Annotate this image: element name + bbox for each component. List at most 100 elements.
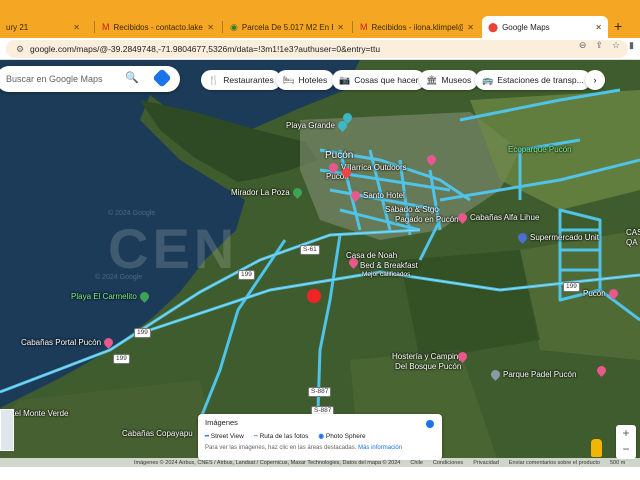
chip-label: Museos [441,75,472,85]
star-icon[interactable]: ☆ [612,40,620,51]
place-cas[interactable]: CAS [626,228,640,237]
legend-photo-sphere[interactable]: ◉ Photo Sphere [318,432,365,440]
place-casa-de-noah-sub: Bed & Breakfast [360,261,418,270]
search-input[interactable] [6,74,126,84]
fork-knife-icon: 🍴 [208,74,220,85]
chip-museums[interactable]: 🏛 Museos [419,70,479,90]
search-icon[interactable]: 🔍 [125,71,139,84]
chip-label: Estaciones de transp... [497,75,584,85]
place-sabado[interactable]: Sábado & Stgo [385,205,439,214]
zoom-icon[interactable]: ⊖ [579,40,587,51]
place-pucon[interactable]: Pucón [325,150,353,161]
tab-label: Google Maps [502,22,550,32]
place-hotel-monte-verde[interactable]: otel Monte Verde [8,409,68,418]
place-casa-de-noah-rating: Mejor calificados [362,271,411,278]
beach-pin-icon [137,290,151,304]
sidebar-icon[interactable]: ▮ [629,40,634,51]
museum-icon: 🏛 [426,74,438,85]
hotel-pin-icon [102,336,115,350]
hotel-pin[interactable] [340,111,355,125]
place-santo-hotel[interactable]: Santo Hotel [348,189,405,203]
close-icon[interactable]: ✕ [467,23,474,32]
tab-4[interactable]: M Recibidos - ilona.klimpel@co ✕ [354,16,480,38]
url-text[interactable]: google.com/maps/@-39.2849748,-71.9804677… [30,44,470,54]
place-parque-padel[interactable]: Parque Padel Pucón [488,368,576,382]
place-ecoparque[interactable]: Ecoparque Pucón [508,145,572,154]
tab-1[interactable]: ury 21 ✕ [0,16,86,38]
legend-photo-path[interactable]: ╌ Ruta de las fotos [254,432,309,440]
warning-pin-icon [340,166,353,180]
chevron-right-icon[interactable]: › [585,70,605,90]
footer-link[interactable]: Condiciones [433,460,463,466]
hotel-pin[interactable] [424,153,439,167]
gmail-icon: M [102,22,110,32]
close-icon[interactable]: ✕ [207,23,214,32]
layers-title: Imágenes [205,418,238,427]
footer-link[interactable]: Privacidad [473,460,499,466]
hotel-pin[interactable] [346,256,361,270]
chip-transit[interactable]: 🚌 Estaciones de transp... [475,70,591,90]
viewpoint-pin-icon [290,186,304,200]
chip-restaurants[interactable]: 🍴 Restaurantes [201,70,281,90]
layers-note: Para ver las imágenes, haz clic en las á… [205,445,403,451]
browser-window: ury 21 ✕ M Recibidos - contacto.lakes@c … [0,0,640,480]
address-bar[interactable]: ⚙ google.com/maps/@-39.2849748,-71.98046… [6,40,628,58]
place-pucon-right[interactable]: Pucón [583,287,621,301]
watermark-text: CEN [108,217,239,280]
tab-2[interactable]: M Recibidos - contacto.lakes@c ✕ [96,16,220,38]
more-info-link[interactable]: Más información [358,445,402,451]
chip-label: Restaurantes [223,75,274,85]
chip-things-to-do[interactable]: 📷 Cosas que hacer [332,70,426,90]
tab-google-maps[interactable]: ⬤ Google Maps ✕ [482,16,608,38]
place-pagado[interactable]: Pagado en Pucón [395,215,459,224]
toggle-indicator-icon[interactable] [426,420,434,428]
zoom-out-icon[interactable]: − [616,441,636,457]
page-favicon: ◉ [230,21,238,32]
zoom-in-icon[interactable]: + [616,425,636,441]
bus-icon: 🚌 [482,74,494,85]
hotel-pin[interactable] [594,364,609,378]
map-footer: Imágenes © 2024 Airbus, CNES / Airbus, L… [0,458,640,467]
layers-thumbnail[interactable] [0,409,14,451]
site-info-icon[interactable]: ⚙ [16,44,30,55]
chip-hotels[interactable]: 🛏 Hoteles [276,70,335,90]
hotel-pin[interactable] [455,350,470,364]
directions-icon[interactable] [152,68,172,88]
bed-icon: 🛏 [283,74,295,85]
scale-label[interactable]: 500 m [610,460,625,466]
close-icon[interactable]: ✕ [337,23,344,32]
place-cabanas-alfa-lihue[interactable]: Cabañas Alfa Lihue [455,211,539,225]
omnibox-actions: ⊖ ⇪ ☆ ▮ [579,40,634,51]
tab-label: Recibidos - ilona.klimpel@co [371,22,464,32]
pegman-icon[interactable] [591,439,602,457]
tab-3[interactable]: ◉ Parcela De 5.017 M2 En El Pu ✕ [224,16,350,38]
chip-label: Hoteles [298,75,328,85]
chip-label: Cosas que hacer [354,75,419,85]
camera-icon: 📷 [339,74,351,85]
activity-pin-icon [341,111,354,125]
place-supermercado[interactable]: Supermercado Unit [515,231,599,245]
sports-pin-icon [489,368,502,382]
footer-link[interactable]: Chile [410,460,423,466]
place-cabanas-copayapu[interactable]: Cabañas Copayapu [122,429,193,438]
hotel-pin-icon [595,364,608,378]
zoom-control[interactable]: + − [616,425,636,459]
footer-link[interactable]: Enviar comentarios sobre el producto [509,460,600,466]
place-qa[interactable]: QA [626,238,638,247]
legend-street-view[interactable]: ━ Street View [205,432,244,440]
road-shield: 199 [563,282,580,292]
hotel-pin-icon [425,153,438,167]
share-icon[interactable]: ⇪ [595,40,603,51]
close-icon[interactable]: ✕ [73,23,80,32]
close-icon[interactable]: ✕ [595,23,602,32]
new-tab-icon[interactable]: + [614,18,622,34]
map-canvas[interactable]: CEN © 2024 Google © 2024 Google 🔍 🍴Resta… [0,60,640,467]
place-hosteria[interactable]: Hostería y Camping [392,352,463,361]
place-cabanas-portal-pucon[interactable]: Cabañas Portal Pucón [21,336,116,350]
place-mirador-la-poza[interactable]: Mirador La Poza [231,186,305,200]
place-playa-el-carmelito[interactable]: Playa El Carmelito [71,290,152,304]
hotel-pin-icon [456,211,469,225]
selected-location-marker[interactable] [307,289,321,303]
place-playa-grande[interactable]: Playa Grande [286,119,350,133]
hazard-pin[interactable] [339,166,354,180]
